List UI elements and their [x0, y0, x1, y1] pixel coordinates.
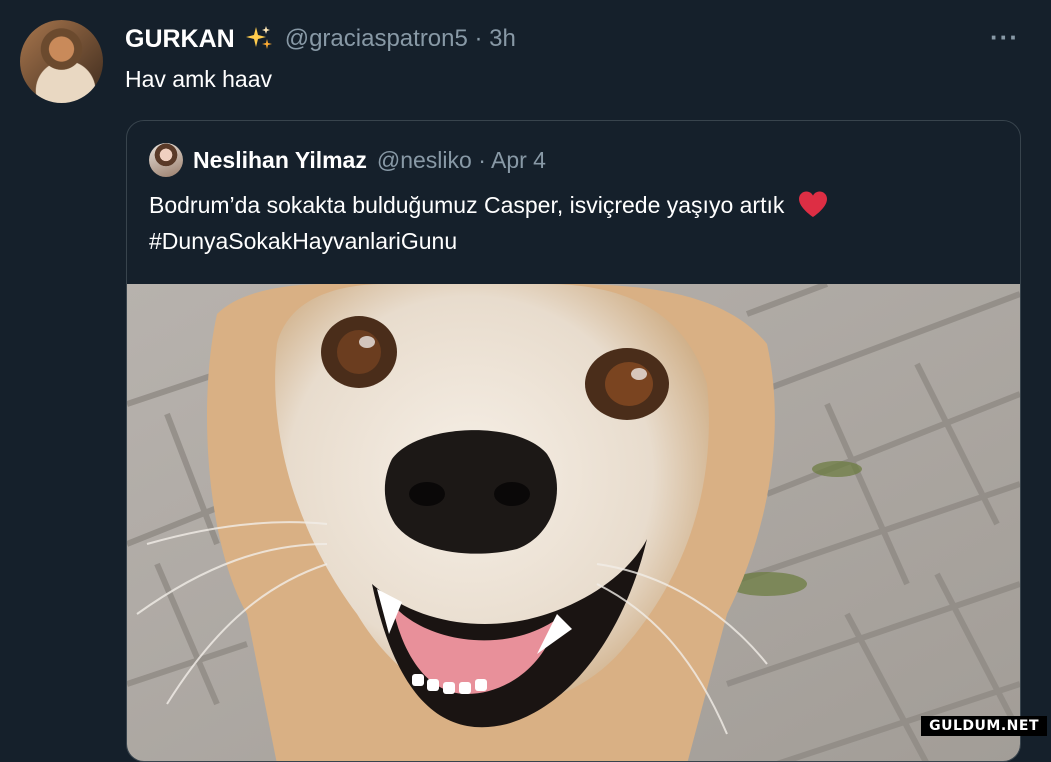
more-options-icon[interactable]: ··· [990, 22, 1019, 53]
quoted-author-handle-time[interactable]: @nesliko · Apr 4 [377, 147, 546, 174]
quoted-author-avatar[interactable] [149, 143, 183, 177]
quoted-tweet-header: Neslihan Yilmaz @nesliko · Apr 4 [149, 143, 546, 177]
quoted-author-name[interactable]: Neslihan Yilmaz [193, 147, 367, 174]
quoted-tweet-text-line1: Bodrum’da sokakta bulduğumuz Casper, isv… [149, 192, 785, 218]
hashtag-link[interactable]: #DunyaSokakHayvanlariGunu [149, 228, 457, 254]
author-avatar[interactable] [20, 20, 103, 103]
author-handle-time[interactable]: @graciaspatron5 · 3h [285, 25, 516, 53]
heart-icon [798, 191, 827, 217]
quoted-tweet[interactable]: Neslihan Yilmaz @nesliko · Apr 4 Bodrum’… [126, 120, 1021, 762]
sparkles-icon [245, 26, 272, 49]
tweet[interactable]: GURKAN @graciaspatron5 · 3h ··· Hav amk … [0, 0, 1051, 762]
tweet-header: GURKAN @graciaspatron5 · 3h [125, 22, 516, 56]
author-name[interactable]: GURKAN [125, 25, 235, 54]
dog-photo-image [127, 284, 1020, 761]
watermark: GULDUM.NET [921, 716, 1047, 736]
quoted-tweet-text: Bodrum’da sokakta bulduğumuz Casper, isv… [149, 187, 999, 259]
tweet-text: Hav amk haav [125, 66, 273, 92]
dog-photo[interactable] [127, 284, 1020, 761]
